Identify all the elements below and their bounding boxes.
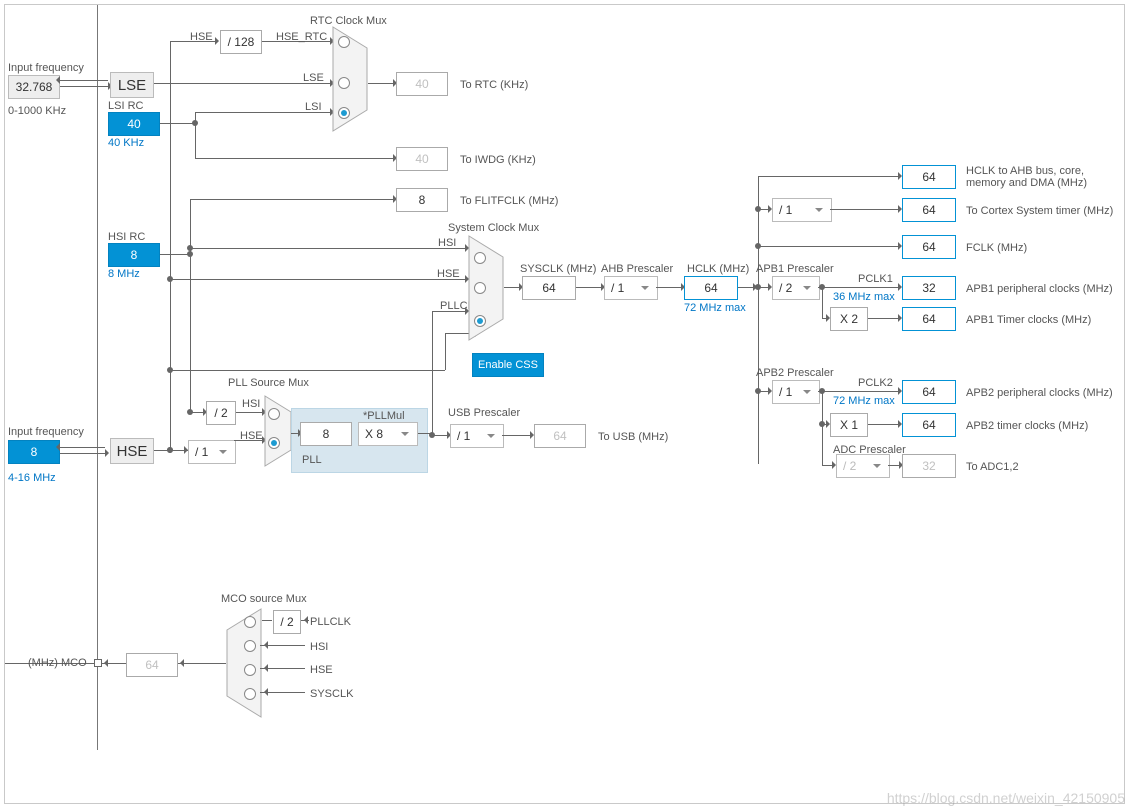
mco-div2: / 2 xyxy=(273,610,301,634)
pll-hse: HSE xyxy=(240,430,263,442)
sysmux-opt-hsi[interactable] xyxy=(474,252,486,264)
mco-title: MCO source Mux xyxy=(221,593,307,605)
lse-freq-range: 0-1000 KHz xyxy=(8,105,66,117)
fclk-lbl: FCLK (MHz) xyxy=(966,242,1027,254)
cortex-presc[interactable]: / 1 xyxy=(772,198,832,222)
pllmul[interactable]: X 8 xyxy=(358,422,418,446)
sysmux-hsi: HSI xyxy=(438,237,456,249)
lsi-title: LSI RC xyxy=(108,100,143,112)
mco-pll: PLLCLK xyxy=(310,616,351,628)
sysmux-opt-hse[interactable] xyxy=(474,282,486,294)
hclk-val[interactable]: 64 xyxy=(684,276,738,300)
lse-freq-label: Input frequency xyxy=(8,62,84,74)
fclk-val: 64 xyxy=(902,235,956,259)
apb2-tim-mul: X 1 xyxy=(830,413,868,437)
rtc-mux-lsi[interactable] xyxy=(338,107,350,119)
mco-out-lbl: (MHz) MCO xyxy=(28,657,87,669)
rtc-lsi: LSI xyxy=(305,101,322,113)
pll-hsi: HSI xyxy=(242,398,260,410)
rtc-out: 40 xyxy=(396,72,448,96)
iwdg-out: 40 xyxy=(396,147,448,171)
pll-label: PLL xyxy=(302,454,322,466)
rtc-mux-hse[interactable] xyxy=(338,36,350,48)
mco-opt-hse[interactable] xyxy=(244,664,256,676)
mco-opt-pll[interactable] xyxy=(244,616,256,628)
usb-lbl: To USB (MHz) xyxy=(598,431,668,443)
hsi-value: 8 xyxy=(108,243,160,267)
apb2-tim: 64 xyxy=(902,413,956,437)
hse-block[interactable]: HSE xyxy=(110,438,154,464)
sysmux-hse: HSE xyxy=(437,268,460,280)
lsi-note: 40 KHz xyxy=(108,137,144,149)
rtc-hse-rtc: HSE_RTC xyxy=(276,31,327,43)
iwdg-lbl: To IWDG (KHz) xyxy=(460,154,536,166)
adc-presc[interactable]: / 2 xyxy=(836,454,890,478)
mco-sys: SYSCLK xyxy=(310,688,353,700)
apb1-presc[interactable]: / 2 xyxy=(772,276,820,300)
hse-freq-range: 4-16 MHz xyxy=(8,472,56,484)
pclk2: PCLK2 xyxy=(858,377,893,389)
flitf-out: 8 xyxy=(396,188,448,212)
hsi-title: HSI RC xyxy=(108,231,145,243)
rtc-out-lbl: To RTC (KHz) xyxy=(460,79,528,91)
ahb-lbl: AHB Prescaler xyxy=(601,263,673,275)
sysmux-title: System Clock Mux xyxy=(448,222,539,234)
apb2-periph-lbl: APB2 peripheral clocks (MHz) xyxy=(966,387,1113,399)
hclk-out: 64 xyxy=(902,165,956,189)
sysmux-opt-pllclk[interactable] xyxy=(474,315,486,327)
apb2-presc[interactable]: / 1 xyxy=(772,380,820,404)
mco-opt-sys[interactable] xyxy=(244,688,256,700)
rtc-hse: HSE xyxy=(190,31,213,43)
apb1-tim-lbl: APB1 Timer clocks (MHz) xyxy=(966,314,1091,326)
lse-block[interactable]: LSE xyxy=(110,72,154,98)
usb-presc[interactable]: / 1 xyxy=(450,424,504,448)
cortex-lbl: To Cortex System timer (MHz) xyxy=(966,205,1113,217)
sysclk-lbl: SYSCLK (MHz) xyxy=(520,263,596,275)
lsi-value: 40 xyxy=(108,112,160,136)
rtc-mux-lse[interactable] xyxy=(338,77,350,89)
apb1-max: 36 MHz max xyxy=(833,291,895,303)
hse-freq-label: Input frequency xyxy=(8,426,84,438)
adc-val: 32 xyxy=(902,454,956,478)
flitf-lbl: To FLITFCLK (MHz) xyxy=(460,195,558,207)
apb1-periph: 32 xyxy=(902,276,956,300)
apb1-title: APB1 Prescaler xyxy=(756,263,834,275)
pll-mux[interactable] xyxy=(264,395,292,467)
hclk-lbl: HCLK (MHz) xyxy=(687,263,749,275)
apb2-title: APB2 Prescaler xyxy=(756,367,834,379)
mco-hse: HSE xyxy=(310,664,333,676)
mco-hsi: HSI xyxy=(310,641,328,653)
pll-hsi-div2: / 2 xyxy=(206,401,236,425)
hclk-max: 72 MHz max xyxy=(684,302,746,314)
pll-mux-hse[interactable] xyxy=(268,437,280,449)
mco-opt-hsi[interactable] xyxy=(244,640,256,652)
ahb-presc[interactable]: / 1 xyxy=(604,276,658,300)
pll-mux-hsi[interactable] xyxy=(268,408,280,420)
hsi-note: 8 MHz xyxy=(108,268,140,280)
enable-css-btn[interactable]: Enable CSS xyxy=(472,353,544,377)
apb1-tim: 64 xyxy=(902,307,956,331)
sysclk-val: 64 xyxy=(522,276,576,300)
mco-out: 64 xyxy=(126,653,178,677)
rtc-lse: LSE xyxy=(303,72,324,84)
apb2-max: 72 MHz max xyxy=(833,395,895,407)
pclk1: PCLK1 xyxy=(858,273,893,285)
hse-prescaler[interactable]: / 1 xyxy=(188,440,236,464)
usb-out: 64 xyxy=(534,424,586,448)
apb1-periph-lbl: APB1 peripheral clocks (MHz) xyxy=(966,283,1113,295)
apb1-tim-mul: X 2 xyxy=(830,307,868,331)
pll-input: 8 xyxy=(300,422,352,446)
pll-title: PLL Source Mux xyxy=(228,377,309,389)
adc-lbl: To ADC1,2 xyxy=(966,461,1019,473)
watermark: https://blog.csdn.net/weixin_42150905 xyxy=(887,790,1125,806)
pllmul-lbl: *PLLMul xyxy=(363,410,405,422)
apb2-periph: 64 xyxy=(902,380,956,404)
usb-title: USB Prescaler xyxy=(448,407,520,419)
apb2-tim-lbl: APB2 timer clocks (MHz) xyxy=(966,420,1088,432)
cortex-val: 64 xyxy=(902,198,956,222)
hclk-out-lbl: HCLK to AHB bus, core, memory and DMA (M… xyxy=(966,165,1116,189)
rtc-hse-div: / 128 xyxy=(220,30,262,54)
